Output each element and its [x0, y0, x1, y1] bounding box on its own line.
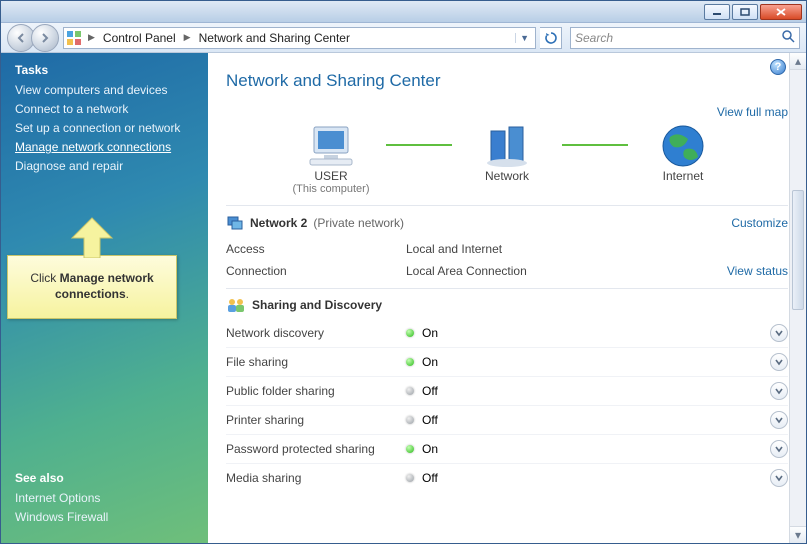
scroll-track[interactable] — [790, 70, 806, 526]
connector-line — [562, 144, 628, 146]
network-map: USER (This computer) Network — [226, 123, 788, 195]
forward-button[interactable] — [31, 24, 59, 52]
instruction-callout: Click Manage network connections. — [7, 255, 177, 319]
network-type: (Private network) — [313, 216, 404, 230]
callout-text-bold: Manage network connections — [55, 271, 154, 301]
see-also-section: See also Internet Options Windows Firewa… — [15, 471, 194, 529]
control-panel-icon — [66, 30, 82, 46]
sidebar-item-view-computers[interactable]: View computers and devices — [15, 83, 194, 97]
sidebar-item-setup-connection[interactable]: Set up a connection or network — [15, 121, 194, 135]
sharing-row-value: On — [422, 355, 438, 369]
breadcrumb-control-panel[interactable]: Control Panel — [101, 31, 178, 45]
seealso-internet-options[interactable]: Internet Options — [15, 491, 194, 505]
scroll-down-button[interactable]: ▾ — [790, 526, 806, 543]
sharing-row: Printer sharing Off — [226, 405, 788, 434]
node-network: Network — [432, 123, 582, 195]
sidebar-item-diagnose-repair[interactable]: Diagnose and repair — [15, 159, 194, 173]
sharing-row-label: Network discovery — [226, 326, 406, 340]
scroll-thumb[interactable] — [792, 190, 804, 310]
network-name: Network 2 — [250, 216, 307, 230]
sharing-row-label: Printer sharing — [226, 413, 406, 427]
connection-label: Connection — [226, 264, 406, 278]
sharing-section-header: Sharing and Discovery — [226, 297, 788, 313]
status-dot-icon — [406, 474, 414, 482]
search-icon[interactable] — [781, 29, 795, 46]
tasks-sidebar: Tasks View computers and devices Connect… — [1, 53, 208, 543]
sharing-row-label: Media sharing — [226, 471, 406, 485]
breadcrumb-network-sharing[interactable]: Network and Sharing Center — [197, 31, 352, 45]
network-icon — [483, 123, 531, 169]
sharing-row-value: On — [422, 442, 438, 456]
search-input[interactable]: Search — [570, 27, 800, 49]
computer-icon — [304, 123, 358, 169]
expand-button[interactable] — [770, 324, 788, 342]
sharing-row: File sharing On — [226, 347, 788, 376]
tasks-heading: Tasks — [15, 63, 194, 77]
sharing-row-value: Off — [422, 471, 438, 485]
sharing-icon — [226, 297, 246, 313]
status-dot-icon — [406, 329, 414, 337]
expand-button[interactable] — [770, 382, 788, 400]
seealso-windows-firewall[interactable]: Windows Firewall — [15, 510, 194, 524]
access-label: Access — [226, 242, 406, 256]
breadcrumb-sep-icon: ▶ — [182, 32, 193, 43]
sharing-row-value: On — [422, 326, 438, 340]
node-this-computer: USER (This computer) — [256, 123, 406, 195]
access-value: Local and Internet — [406, 242, 788, 256]
status-dot-icon — [406, 358, 414, 366]
refresh-button[interactable] — [540, 27, 562, 49]
sharing-row-label: Password protected sharing — [226, 442, 406, 456]
sharing-row: Network discovery On — [226, 319, 788, 347]
content-pane: ? Network and Sharing Center View full m… — [208, 53, 806, 543]
expand-button[interactable] — [770, 440, 788, 458]
expand-button[interactable] — [770, 411, 788, 429]
maximize-button[interactable] — [732, 4, 758, 20]
minimize-button[interactable] — [704, 4, 730, 20]
sharing-row: Public folder sharing Off — [226, 376, 788, 405]
help-icon[interactable]: ? — [770, 59, 786, 75]
sharing-heading: Sharing and Discovery — [252, 298, 382, 312]
window-frame: ▶ Control Panel ▶ Network and Sharing Ce… — [0, 0, 807, 544]
globe-icon — [660, 123, 706, 169]
node-computer-label: USER — [314, 169, 347, 183]
network-section-header: Network 2 (Private network) Customize — [226, 214, 788, 232]
customize-link[interactable]: Customize — [731, 216, 788, 230]
page-title: Network and Sharing Center — [226, 71, 788, 91]
nav-toolbar: ▶ Control Panel ▶ Network and Sharing Ce… — [1, 23, 806, 53]
see-also-heading: See also — [15, 471, 194, 485]
connector-line — [386, 144, 452, 146]
network-profile-icon — [226, 214, 244, 232]
callout-text-prefix: Click — [30, 271, 59, 285]
connection-value: Local Area Connection — [406, 264, 727, 278]
close-button[interactable] — [760, 4, 802, 20]
sidebar-item-manage-connections[interactable]: Manage network connections — [15, 140, 194, 154]
node-internet-label: Internet — [663, 169, 704, 183]
address-dropdown-icon[interactable]: ▼ — [515, 33, 533, 43]
status-dot-icon — [406, 387, 414, 395]
expand-button[interactable] — [770, 469, 788, 487]
status-dot-icon — [406, 445, 414, 453]
address-bar[interactable]: ▶ Control Panel ▶ Network and Sharing Ce… — [63, 27, 536, 49]
sharing-row: Password protected sharing On — [226, 434, 788, 463]
callout-arrow-icon — [67, 216, 117, 258]
expand-button[interactable] — [770, 353, 788, 371]
view-full-map-link[interactable]: View full map — [717, 105, 788, 119]
status-dot-icon — [406, 416, 414, 424]
view-status-link[interactable]: View status — [727, 264, 788, 278]
node-internet: Internet — [608, 123, 758, 195]
node-computer-sub: (This computer) — [292, 183, 369, 195]
sharing-row-label: File sharing — [226, 355, 406, 369]
title-bar — [1, 1, 806, 23]
sidebar-item-connect-network[interactable]: Connect to a network — [15, 102, 194, 116]
search-placeholder: Search — [575, 31, 613, 45]
vertical-scrollbar[interactable]: ▴ ▾ — [789, 53, 806, 543]
node-network-label: Network — [485, 169, 529, 183]
sharing-row-value: Off — [422, 384, 438, 398]
sharing-row: Media sharing Off — [226, 463, 788, 492]
scroll-up-button[interactable]: ▴ — [790, 53, 806, 70]
sharing-row-label: Public folder sharing — [226, 384, 406, 398]
breadcrumb-sep-icon: ▶ — [86, 32, 97, 43]
sharing-row-value: Off — [422, 413, 438, 427]
callout-text-suffix: . — [126, 287, 129, 301]
